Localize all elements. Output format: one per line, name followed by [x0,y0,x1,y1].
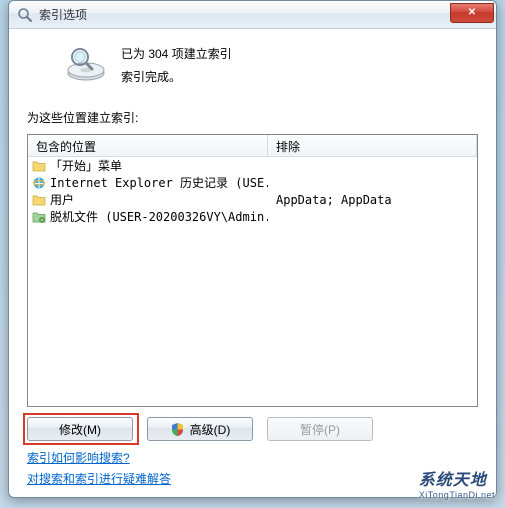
location-cell: Internet Explorer 历史记录 (USE... [50,174,268,191]
link-how-indexing-affects-search[interactable]: 索引如何影响搜索? [27,449,130,466]
window-title: 索引选项 [39,6,444,23]
list-item[interactable]: 「开始」菜单 [28,157,477,174]
column-location[interactable]: 包含的位置 [28,135,268,156]
pause-button: 暂停(P) [267,417,373,441]
modify-button[interactable]: 修改(M) [27,417,133,441]
locations-listbox[interactable]: 包含的位置 排除 「开始」菜单Internet Explorer 历史记录 (U… [27,134,478,407]
list-item[interactable]: 脱机文件 (USER-20200326VY\Admin... [28,208,477,225]
folder-icon [32,159,46,173]
uac-shield-icon [170,422,185,437]
link-troubleshoot-search[interactable]: 对搜索和索引进行疑难解答 [27,470,171,487]
button-row: 修改(M) 高级(D) 暂停(P) [27,417,478,441]
status-area: 已为 304 项建立索引 索引完成。 [27,43,478,85]
watermark-sub: XiTongTianDi.net [419,490,495,500]
column-exclude[interactable]: 排除 [268,135,477,156]
list-item[interactable]: 用户AppData; AppData [28,191,477,208]
indexing-options-dialog: 索引选项 ✕ 已为 304 项建立索引 索引完成。 为这些位置建立 [8,0,497,498]
folder-icon [32,193,46,207]
close-button[interactable]: ✕ [450,3,494,23]
watermark: 系统天地 XiTongTianDi.net [419,466,495,500]
list-item[interactable]: Internet Explorer 历史记录 (USE... [28,174,477,191]
offline-icon [32,210,46,224]
indexed-count-text: 已为 304 项建立索引 [121,45,232,62]
help-links: 索引如何影响搜索? 对搜索和索引进行疑难解答 [27,449,478,487]
watermark-main: 系统天地 [419,466,495,490]
dialog-content: 已为 304 项建立索引 索引完成。 为这些位置建立索引: 包含的位置 排除 「… [9,29,496,497]
location-cell: 脱机文件 (USER-20200326VY\Admin... [50,208,268,225]
advanced-button[interactable]: 高级(D) [147,417,253,441]
disk-search-icon [65,43,107,85]
search-options-icon [17,7,33,23]
ie-icon [32,176,46,190]
location-cell: 「开始」菜单 [50,157,268,174]
titlebar: 索引选项 ✕ [9,1,496,29]
indexing-status-text: 索引完成。 [121,68,232,85]
locations-label: 为这些位置建立索引: [27,109,478,126]
close-icon: ✕ [468,7,476,18]
location-cell: 用户 [50,191,268,208]
list-header: 包含的位置 排除 [28,135,477,157]
exclude-cell: AppData; AppData [268,193,477,207]
